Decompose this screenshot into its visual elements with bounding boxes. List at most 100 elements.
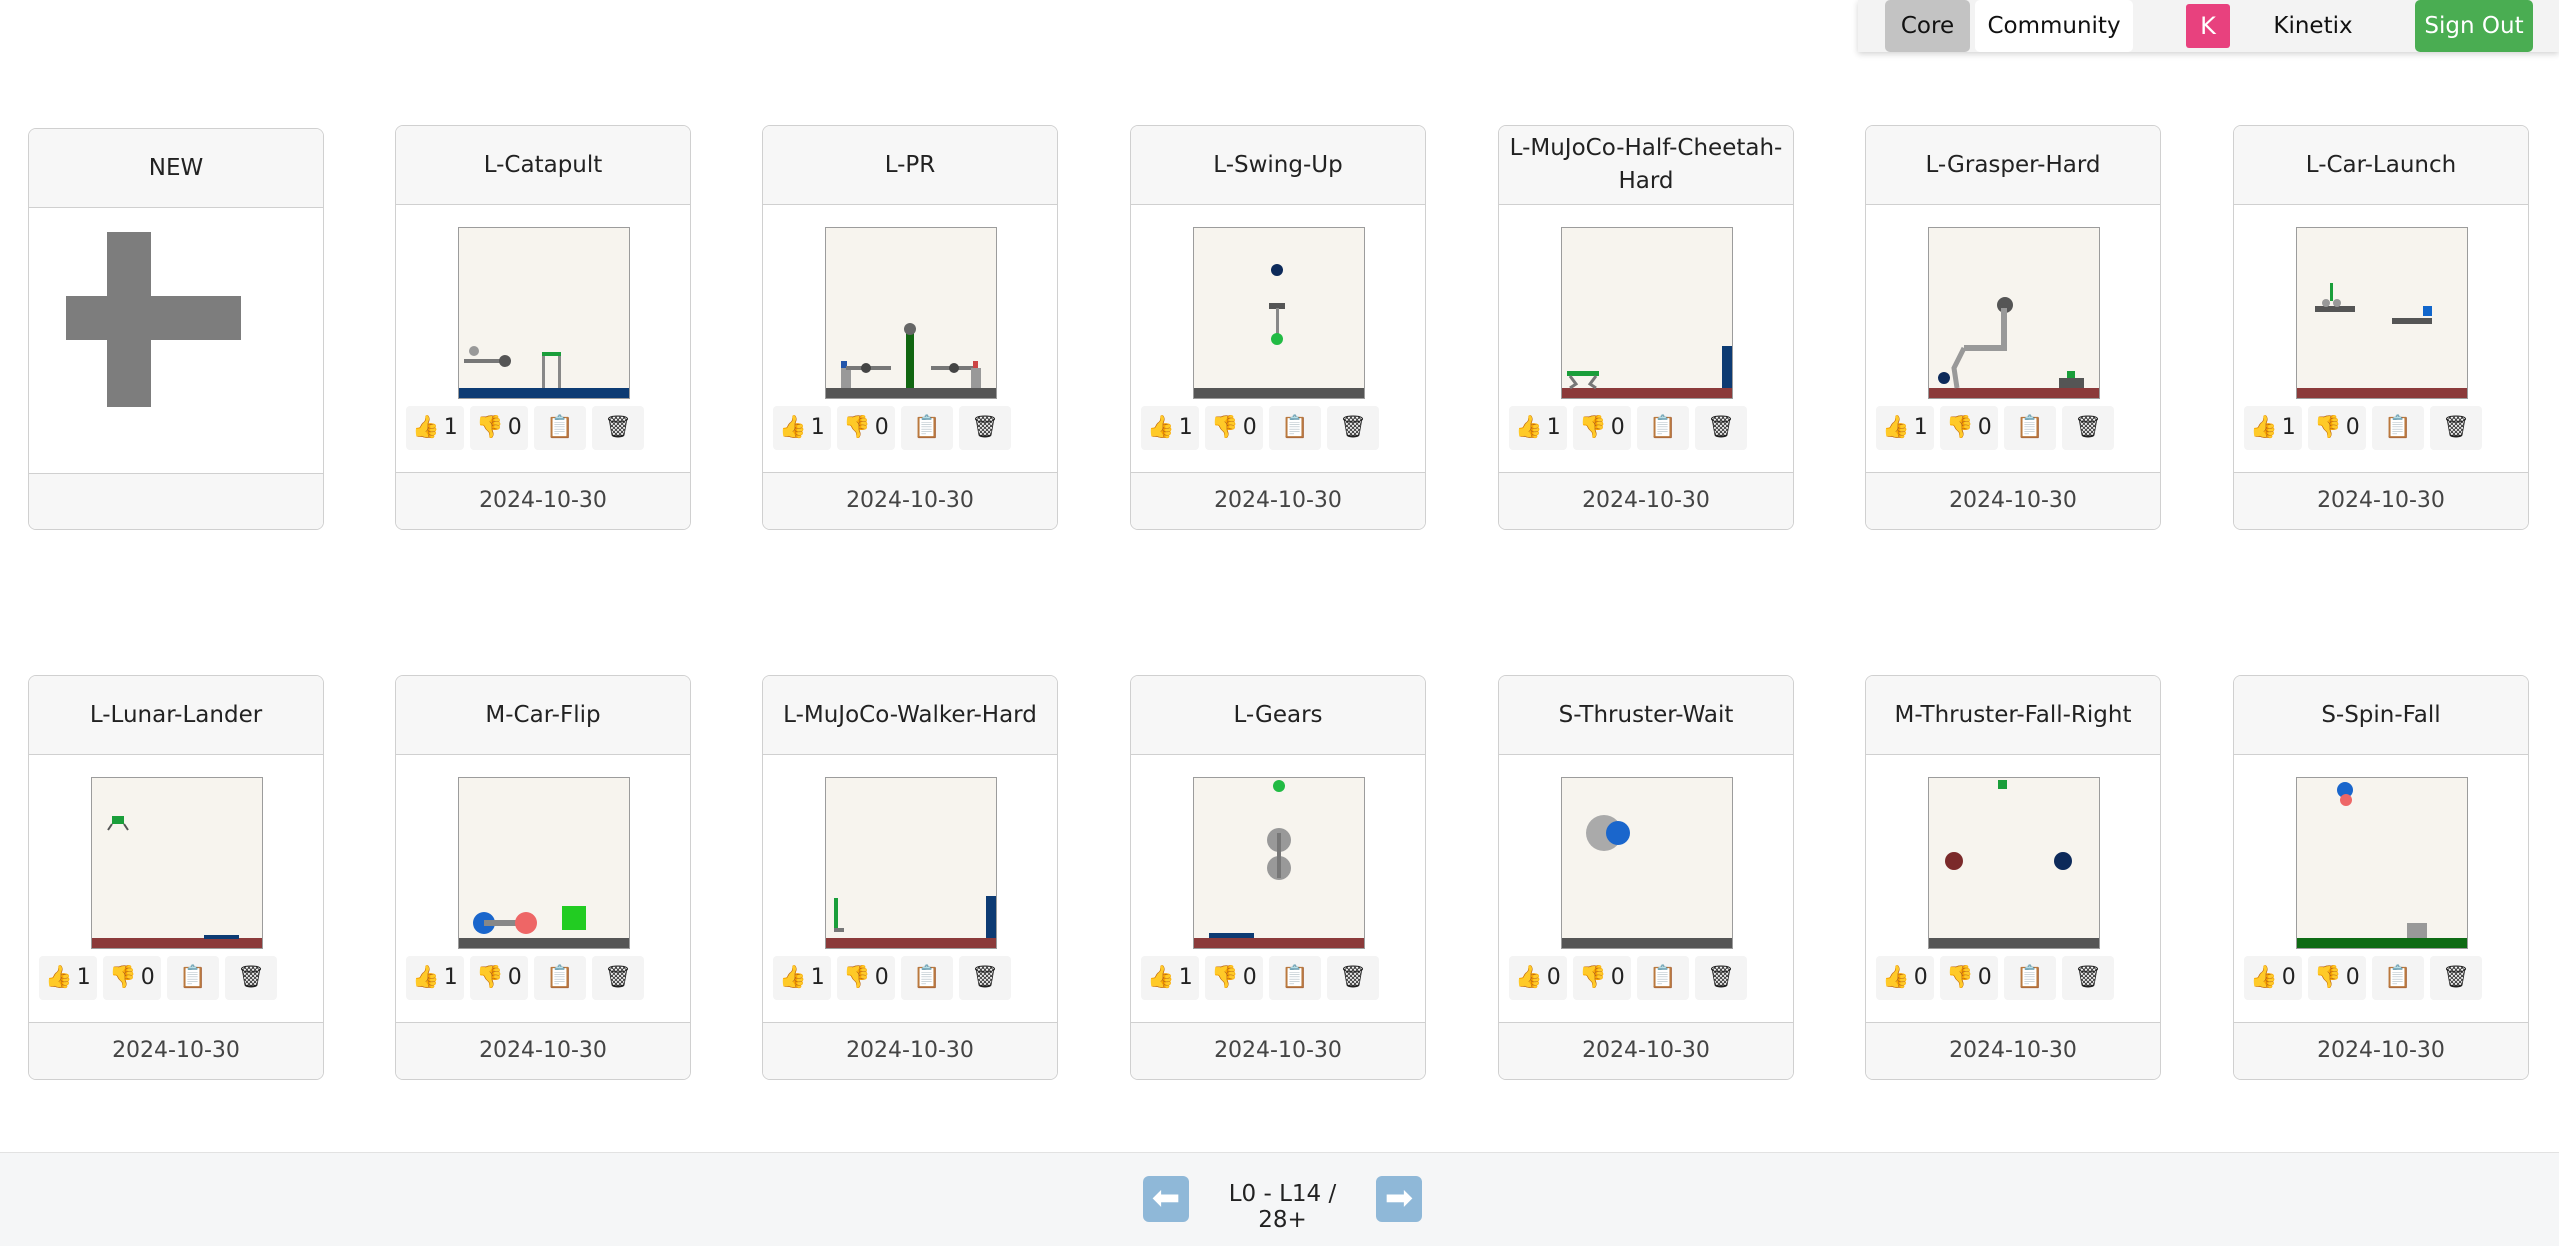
like-button[interactable]: 👍 0 [1509, 956, 1567, 1000]
next-page-button[interactable]: ➡ [1376, 1176, 1422, 1222]
avatar[interactable]: K [2186, 4, 2230, 48]
like-button[interactable]: 👍 1 [2244, 406, 2302, 450]
level-thumbnail[interactable] [2296, 227, 2468, 399]
copy-button[interactable]: 📋 [2004, 406, 2056, 450]
plus-icon-bar[interactable] [66, 296, 241, 340]
like-button[interactable]: 👍 1 [773, 956, 831, 1000]
level-title[interactable]: S-Thruster-Wait [1499, 676, 1793, 755]
copy-button[interactable]: 📋 [167, 956, 219, 1000]
level-thumbnail[interactable] [2296, 777, 2468, 949]
copy-button[interactable]: 📋 [1269, 956, 1321, 1000]
copy-button[interactable]: 📋 [2372, 406, 2424, 450]
delete-button[interactable]: 🗑 [2430, 956, 2482, 1000]
level-thumbnail[interactable] [458, 777, 630, 949]
dislike-button[interactable]: 👎 0 [470, 956, 528, 1000]
level-card[interactable]: S-Spin-Fall 👍 0 👎 0 📋 🗑 2024-10-30 [2233, 675, 2529, 1080]
copy-button[interactable]: 📋 [901, 956, 953, 1000]
level-thumbnail[interactable] [1193, 227, 1365, 399]
level-card[interactable]: L-Grasper-Hard 👍 1 👎 0 📋 🗑 2024-10-30 [1865, 125, 2161, 530]
level-card[interactable]: L-Swing-Up 👍 1 👎 0 📋 🗑 2024-10-30 [1130, 125, 1426, 530]
delete-button[interactable]: 🗑 [225, 956, 277, 1000]
dislike-button[interactable]: 👎 0 [470, 406, 528, 450]
level-title[interactable]: M-Car-Flip [396, 676, 690, 755]
copy-button[interactable]: 📋 [1637, 406, 1689, 450]
level-title[interactable]: S-Spin-Fall [2234, 676, 2528, 755]
like-button[interactable]: 👍 1 [406, 406, 464, 450]
level-preview-svg [459, 906, 629, 948]
dislike-button[interactable]: 👎 0 [2308, 956, 2366, 1000]
dislike-button[interactable]: 👎 0 [837, 956, 895, 1000]
level-thumbnail[interactable] [1928, 777, 2100, 949]
delete-button[interactable]: 🗑 [2062, 956, 2114, 1000]
level-card[interactable]: L-MuJoCo-Walker-Hard 👍 1 👎 0 📋 🗑 2024-10… [762, 675, 1058, 1080]
level-card[interactable]: L-PR 👍 1 👎 0 📋 🗑 2024-10-30 [762, 125, 1058, 530]
like-button[interactable]: 👍 1 [406, 956, 464, 1000]
level-thumbnail[interactable] [1193, 777, 1365, 949]
level-card[interactable]: L-Lunar-Lander 👍 1 👎 0 📋 🗑 2024-10-30 [28, 675, 324, 1080]
level-card[interactable]: L-Car-Launch 👍 1 👎 0 📋 🗑 2024-10-30 [2233, 125, 2529, 530]
copy-button[interactable]: 📋 [534, 956, 586, 1000]
level-title[interactable]: L-Grasper-Hard [1866, 126, 2160, 205]
delete-button[interactable]: 🗑 [959, 956, 1011, 1000]
like-button[interactable]: 👍 1 [1141, 956, 1199, 1000]
level-title[interactable]: L-MuJoCo-Walker-Hard [763, 676, 1057, 755]
level-title[interactable]: L-Swing-Up [1131, 126, 1425, 205]
level-title[interactable]: M-Thruster-Fall-Right [1866, 676, 2160, 755]
core-tab[interactable]: Core [1885, 0, 1970, 52]
level-title[interactable]: L-Car-Launch [2234, 126, 2528, 205]
level-title[interactable]: L-Lunar-Lander [29, 676, 323, 755]
dislike-button[interactable]: 👎 0 [1573, 406, 1631, 450]
dislike-button[interactable]: 👎 0 [1940, 406, 1998, 450]
like-button[interactable]: 👍 1 [1876, 406, 1934, 450]
community-tab[interactable]: Community [1975, 0, 2133, 52]
dislike-button[interactable]: 👎 0 [2308, 406, 2366, 450]
copy-button[interactable]: 📋 [534, 406, 586, 450]
dislike-button[interactable]: 👎 0 [1205, 406, 1263, 450]
like-button[interactable]: 👍 0 [1876, 956, 1934, 1000]
like-button[interactable]: 👍 0 [2244, 956, 2302, 1000]
copy-button[interactable]: 📋 [901, 406, 953, 450]
dislike-button[interactable]: 👎 0 [837, 406, 895, 450]
like-button[interactable]: 👍 1 [1141, 406, 1199, 450]
delete-button[interactable]: 🗑 [2062, 406, 2114, 450]
like-button[interactable]: 👍 1 [39, 956, 97, 1000]
delete-button[interactable]: 🗑 [2430, 406, 2482, 450]
level-title[interactable]: L-PR [763, 126, 1057, 205]
delete-button[interactable]: 🗑 [592, 956, 644, 1000]
delete-button[interactable]: 🗑 [1695, 956, 1747, 1000]
level-card[interactable]: M-Thruster-Fall-Right 👍 0 👎 0 📋 🗑 2024-1… [1865, 675, 2161, 1080]
like-button[interactable]: 👍 1 [773, 406, 831, 450]
copy-button[interactable]: 📋 [2372, 956, 2424, 1000]
dislike-button[interactable]: 👎 0 [1940, 956, 1998, 1000]
delete-button[interactable]: 🗑 [1327, 956, 1379, 1000]
level-thumbnail[interactable] [1561, 777, 1733, 949]
level-title[interactable]: L-Catapult [396, 126, 690, 205]
level-thumbnail[interactable] [825, 777, 997, 949]
new-level-card[interactable]: NEW [28, 128, 324, 530]
level-card[interactable]: L-Catapult 👍 1 👎 0 📋 🗑 2024-10-30 [395, 125, 691, 530]
level-card[interactable]: S-Thruster-Wait 👍 0 👎 0 📋 🗑 2024-10-30 [1498, 675, 1794, 1080]
level-thumbnail[interactable] [1928, 227, 2100, 399]
copy-button[interactable]: 📋 [1269, 406, 1321, 450]
like-button[interactable]: 👍 1 [1509, 406, 1567, 450]
level-card[interactable]: M-Car-Flip 👍 1 👎 0 📋 🗑 2024-10-30 [395, 675, 691, 1080]
dislike-button[interactable]: 👎 0 [1573, 956, 1631, 1000]
level-thumbnail[interactable] [1561, 227, 1733, 399]
delete-button[interactable]: 🗑 [959, 406, 1011, 450]
level-card[interactable]: L-MuJoCo-Half-Cheetah-Hard 👍 1 👎 0 📋 🗑 2… [1498, 125, 1794, 530]
dislike-button[interactable]: 👎 0 [1205, 956, 1263, 1000]
delete-button[interactable]: 🗑 [1695, 406, 1747, 450]
copy-button[interactable]: 📋 [1637, 956, 1689, 1000]
level-card[interactable]: L-Gears 👍 1 👎 0 📋 🗑 2024-10-30 [1130, 675, 1426, 1080]
level-title[interactable]: L-MuJoCo-Half-Cheetah-Hard [1499, 126, 1793, 205]
prev-page-button[interactable]: ⬅ [1143, 1176, 1189, 1222]
delete-button[interactable]: 🗑 [592, 406, 644, 450]
level-title[interactable]: L-Gears [1131, 676, 1425, 755]
dislike-button[interactable]: 👎 0 [103, 956, 161, 1000]
copy-button[interactable]: 📋 [2004, 956, 2056, 1000]
level-thumbnail[interactable] [825, 227, 997, 399]
sign-out-button[interactable]: Sign Out [2415, 0, 2533, 52]
level-thumbnail[interactable] [91, 777, 263, 949]
delete-button[interactable]: 🗑 [1327, 406, 1379, 450]
level-thumbnail[interactable] [458, 227, 630, 399]
